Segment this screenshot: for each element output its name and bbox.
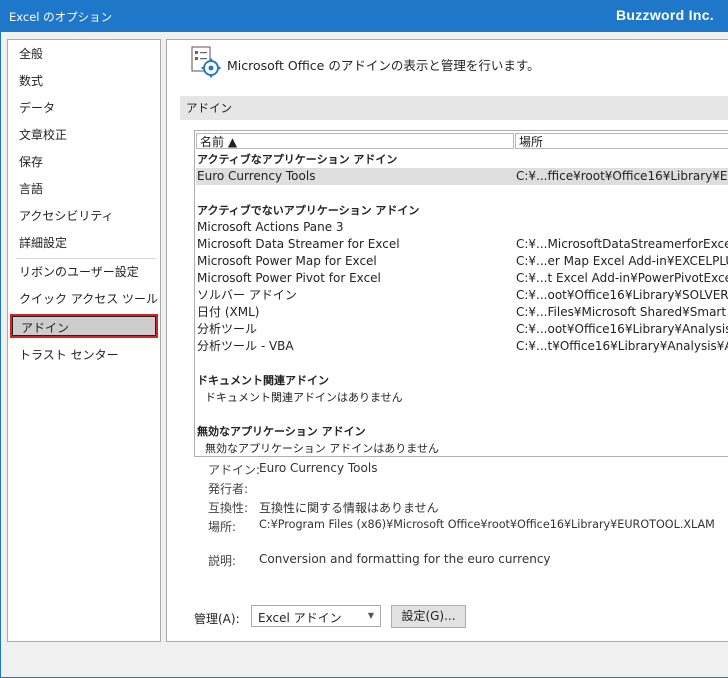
manage-dropdown-value: Excel アドイン	[258, 611, 342, 625]
section-header: アドイン	[180, 96, 728, 120]
sidebar-item-advanced[interactable]: 詳細設定	[8, 231, 160, 255]
list-item[interactable]: ソルバー アドイン C:¥...oot¥Office16¥Library¥SOLV…	[196, 287, 728, 304]
list-item[interactable]: Euro Currency Tools C:¥...ffice¥root¥Offi…	[196, 168, 728, 185]
list-item[interactable]: Microsoft Data Streamer for Excel C:¥...M…	[196, 236, 728, 253]
sidebar-item-proofing[interactable]: 文章校正	[8, 123, 160, 147]
addins-list[interactable]: 名前 ▲ 場所 アクティブなアプリケーション アドイン Euro Currenc…	[194, 130, 728, 457]
detail-desc-label: 説明:	[208, 554, 237, 568]
manage-dropdown[interactable]: Excel アドイン ▼	[251, 605, 381, 627]
detail-addin-value: Euro Currency Tools	[259, 461, 378, 475]
detail-location-value: C:¥Program Files (x86)¥Microsoft Office¥…	[259, 518, 715, 531]
group-header: アクティブなアプリケーション アドイン	[197, 153, 398, 166]
manage-label: 管理(A):	[194, 612, 240, 626]
page-heading: Microsoft Office のアドインの表示と管理を行います。	[227, 58, 540, 73]
column-header-name[interactable]: 名前 ▲	[196, 133, 514, 149]
sidebar: 全般 数式 データ 文章校正 保存 言語 アクセシビリティ 詳細設定 リボンのユ…	[7, 39, 161, 642]
sidebar-item-customize-ribbon[interactable]: リボンのユーザー設定	[8, 260, 160, 284]
sidebar-item-formulas[interactable]: 数式	[8, 69, 160, 93]
detail-addin-label: アドイン:	[208, 463, 261, 477]
section-title: アドイン	[186, 101, 232, 115]
group-header: アクティブでないアプリケーション アドイン	[197, 204, 420, 217]
list-item[interactable]: 分析ツールC:¥...oot¥Office16¥Library¥Analysis…	[196, 321, 728, 338]
detail-location-label: 場所:	[208, 520, 237, 534]
sidebar-item-trust-center[interactable]: トラスト センター	[8, 343, 160, 367]
detail-compat-label: 互換性:	[208, 501, 249, 515]
list-item[interactable]: 分析ツール - VBA C:¥...t¥Office16¥Library¥Anal…	[196, 338, 728, 355]
sidebar-item-general[interactable]: 全般	[8, 42, 160, 66]
go-button[interactable]: 設定(G)...	[391, 605, 466, 628]
sidebar-item-accessibility[interactable]: アクセシビリティ	[8, 204, 160, 228]
detail-publisher-label: 発行者:	[208, 482, 249, 496]
detail-desc-value: Conversion and formatting for the euro c…	[259, 552, 551, 566]
list-item[interactable]: 日付 (XML) C:¥...Files¥Microsoft Shared¥Sma…	[196, 304, 728, 321]
sidebar-divider	[16, 258, 156, 259]
list-item[interactable]: Microsoft Power Pivot for Excel C:¥...t E…	[196, 270, 728, 287]
empty-group-note: ドキュメント関連アドインはありません	[205, 391, 403, 404]
sidebar-item-save[interactable]: 保存	[8, 150, 160, 174]
sidebar-item-data[interactable]: データ	[8, 96, 160, 120]
addin-settings-icon	[191, 46, 221, 78]
group-header: ドキュメント関連アドイン	[197, 374, 329, 387]
brand-label: Buzzword Inc.	[615, 7, 714, 23]
list-item[interactable]: Microsoft Actions Pane 3	[196, 219, 728, 236]
chevron-down-icon: ▼	[367, 611, 374, 620]
group-header: 無効なアプリケーション アドイン	[197, 425, 366, 438]
sidebar-item-quick-access-toolbar[interactable]: クイック アクセス ツール バー	[8, 287, 160, 330]
title-bar: Excel のオプション Buzzword Inc.	[0, 0, 728, 32]
detail-compat-value: 互換性に関する情報はありません	[259, 501, 439, 515]
column-header-location[interactable]: 場所	[515, 133, 728, 149]
sidebar-item-addins[interactable]: アドイン	[10, 314, 158, 338]
empty-group-note: 無効なアプリケーション アドインはありません	[205, 442, 439, 455]
window-title: Excel のオプション	[9, 10, 113, 24]
list-item[interactable]: Microsoft Power Map for Excel C:¥...er Ma…	[196, 253, 728, 270]
sidebar-item-language[interactable]: 言語	[8, 177, 160, 201]
